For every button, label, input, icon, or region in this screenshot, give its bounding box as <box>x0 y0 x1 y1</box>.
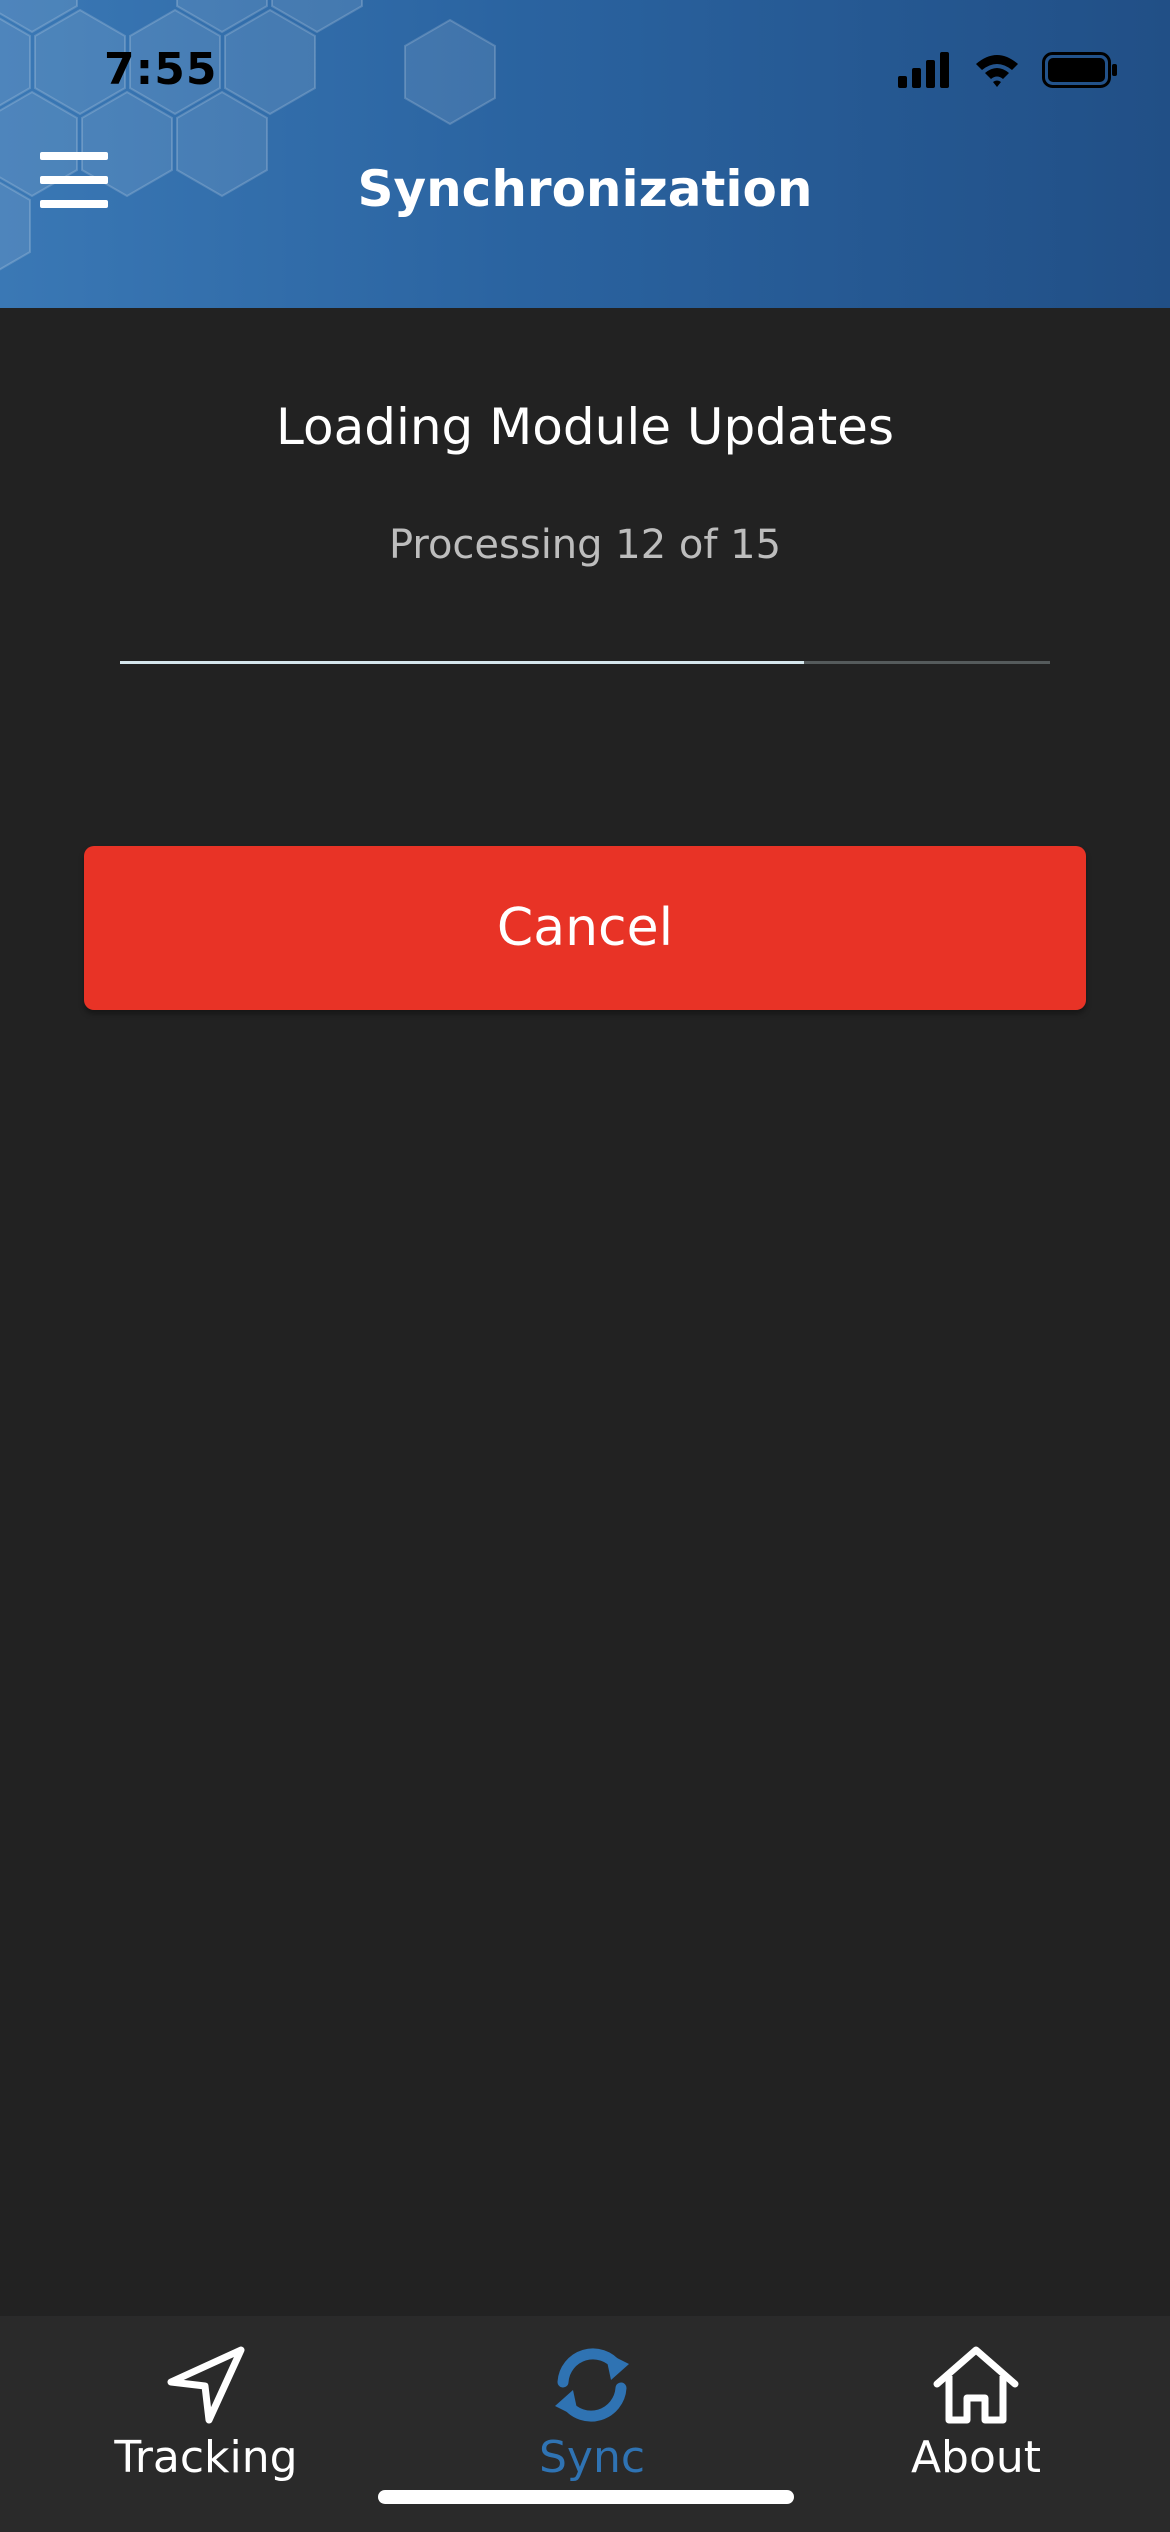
tab-sync[interactable]: Sync <box>442 2342 742 2492</box>
cellular-signal-icon <box>898 52 949 88</box>
status-time: 7:55 <box>104 44 218 95</box>
header-bar: 7:55 Synchronization <box>0 0 1170 308</box>
battery-icon <box>1042 52 1117 88</box>
cancel-button[interactable]: Cancel <box>84 846 1086 1010</box>
progress-bar-fill <box>120 661 804 664</box>
home-indicator <box>378 2490 794 2504</box>
home-icon <box>933 2346 1019 2424</box>
tab-tracking-label: Tracking <box>114 2432 298 2483</box>
navigation-arrow-icon <box>167 2346 245 2424</box>
loading-title: Loading Module Updates <box>276 398 894 456</box>
tab-about[interactable]: About <box>826 2342 1126 2492</box>
progress-text: Processing 12 of 15 <box>388 522 782 568</box>
tab-about-label: About <box>910 2432 1042 2483</box>
status-icons <box>898 52 1118 88</box>
sync-screen: 7:55 Synchronization Loading Module Upda… <box>0 0 1170 2532</box>
wifi-icon <box>976 55 1018 87</box>
tab-tracking[interactable]: Tracking <box>56 2342 356 2492</box>
progress-bar <box>120 661 1050 664</box>
sync-icon <box>555 2348 629 2422</box>
page-title: Synchronization <box>357 160 813 218</box>
tab-sync-label: Sync <box>538 2432 646 2483</box>
